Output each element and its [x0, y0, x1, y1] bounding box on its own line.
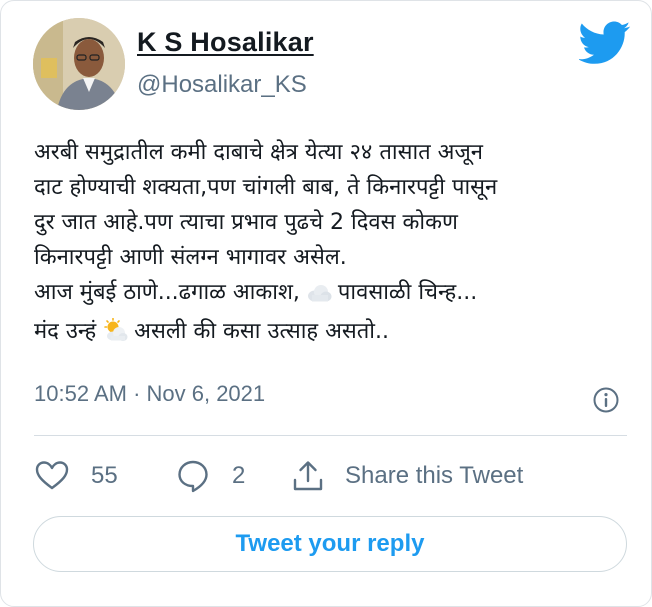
- info-icon[interactable]: [592, 386, 620, 414]
- like-button[interactable]: 55: [35, 456, 118, 496]
- tweet-line-part: पावसाळी चिन्ह...: [337, 280, 478, 305]
- like-count: 55: [91, 462, 118, 489]
- sun-behind-cloud-emoji: [102, 317, 128, 353]
- share-button[interactable]: Share this Tweet: [291, 456, 523, 496]
- reply-icon: [178, 460, 208, 493]
- share-label: Share this Tweet: [345, 462, 524, 489]
- tweet-line: मंद उन्हं असली की कसा उत्साह असतो..: [34, 314, 624, 353]
- tweet-line-part: असली की कसा उत्साह असतो..: [134, 319, 389, 344]
- avatar[interactable]: [33, 18, 125, 110]
- tweet-line: दाट होण्याची शक्यता,पण चांगली बाब, ते कि…: [34, 175, 498, 200]
- heart-icon: [35, 461, 69, 490]
- tweet-line-part: मंद उन्हं: [34, 319, 97, 344]
- reply-button[interactable]: 2: [176, 456, 245, 496]
- tweet-line: दुर जात आहे.पण त्याचा प्रभाव पुढचे 2 दिव…: [34, 210, 458, 235]
- author-handle[interactable]: @Hosalikar_KS: [137, 71, 307, 99]
- divider: [34, 435, 627, 436]
- tweet-timestamp[interactable]: 10:52 AM · Nov 6, 2021: [34, 381, 265, 407]
- tweet-line: आज मुंबई ठाणे...ढगाळ आकाश, पावसाळी चिन्ह.…: [34, 275, 624, 314]
- avatar-photo: [33, 18, 125, 110]
- tweet-line-part: आज मुंबई ठाणे...ढगाळ आकाश,: [34, 280, 300, 305]
- tweet-your-reply-button[interactable]: Tweet your reply: [33, 516, 627, 572]
- tweet-text: अरबी समुद्रातील कमी दाबाचे क्षेत्र येत्य…: [34, 135, 624, 353]
- share-icon: [293, 461, 323, 491]
- twitter-bird-icon[interactable]: [579, 21, 631, 65]
- cloud-emoji: [306, 279, 332, 314]
- tweet-line: किनारपट्टी आणी संलग्न भागावर असेल.: [34, 245, 347, 270]
- reply-count: 2: [232, 462, 246, 489]
- author-name[interactable]: K S Hosalikar: [137, 27, 314, 58]
- tweet-line: अरबी समुद्रातील कमी दाबाचे क्षेत्र येत्य…: [34, 140, 484, 165]
- tweet-card: K S Hosalikar @Hosalikar_KS अरबी समुद्रा…: [0, 0, 652, 607]
